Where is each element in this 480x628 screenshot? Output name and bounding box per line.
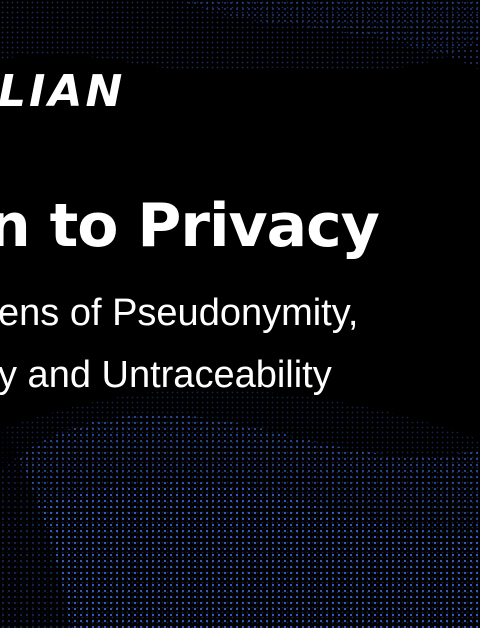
brand-logo: LIAN xyxy=(0,66,126,117)
headline: n to Privacy xyxy=(0,191,380,261)
banner: LIAN n to Privacy ens of Pseudonymity, y… xyxy=(0,0,480,628)
subtitle-line-2: y and Untraceability xyxy=(0,354,332,396)
subtitle-line-1: ens of Pseudonymity, xyxy=(0,292,359,334)
